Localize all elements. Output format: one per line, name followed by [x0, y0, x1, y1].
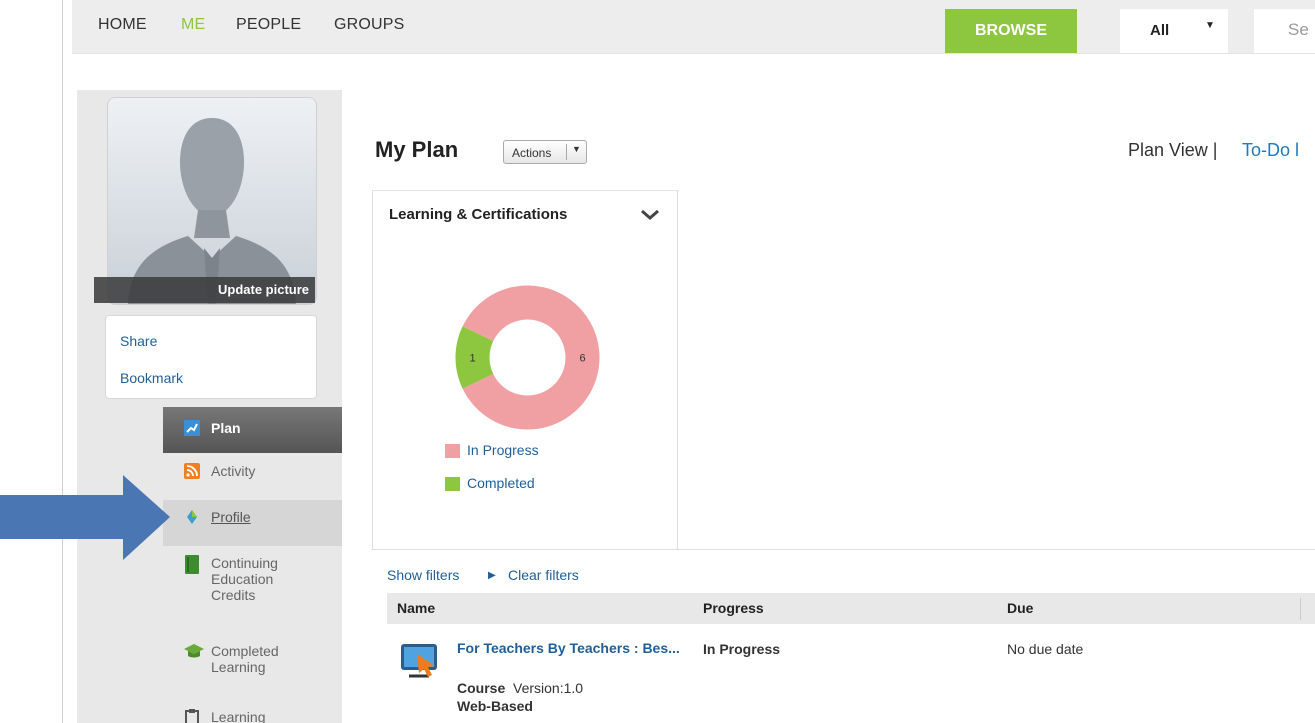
search-scope-select[interactable] — [1120, 9, 1228, 53]
sidebar-item-activity[interactable]: Activity — [163, 455, 342, 499]
sidebar-item-label: Profile — [211, 509, 251, 525]
todo-view-link[interactable]: To-Do l — [1242, 140, 1299, 161]
nav-home[interactable]: HOME — [98, 16, 147, 34]
donut-value-label: 1 — [469, 353, 475, 365]
plan-icon — [184, 420, 200, 436]
widget-divider — [678, 549, 1315, 550]
browse-button[interactable]: BROWSE — [945, 9, 1077, 53]
legend-label-in-progress[interactable]: In Progress — [467, 442, 539, 458]
progress-donut-chart: 16 — [455, 285, 600, 430]
plan-view-link: Plan View | — [1128, 140, 1218, 160]
sidebar-item-label: Completed Learning — [211, 643, 279, 675]
column-header-progress[interactable]: Progress — [703, 600, 764, 616]
share-link[interactable]: Share — [120, 333, 157, 349]
sidebar-item-label: Continuing Education Credits — [211, 555, 278, 603]
actions-label: Actions — [512, 146, 552, 160]
clear-filters-link[interactable]: Clear filters — [508, 567, 579, 583]
sidebar-item-plan[interactable]: Plan — [163, 407, 342, 453]
course-monitor-icon — [401, 644, 437, 678]
button-divider — [566, 144, 567, 160]
sidebar-item-label: Learning — [211, 709, 266, 723]
update-picture-button[interactable]: Update picture — [94, 277, 315, 303]
nav-groups[interactable]: GROUPS — [334, 16, 405, 34]
page-title: My Plan — [375, 137, 459, 162]
course-title-link[interactable]: For Teachers By Teachers : Bes... — [457, 640, 692, 656]
caret-right-icon: ▶ — [488, 570, 496, 581]
legend-swatch-completed — [445, 477, 460, 491]
course-progress: In Progress — [703, 641, 781, 657]
caret-down-icon: ▼ — [1205, 20, 1215, 31]
sidebar-item-completed-learning[interactable]: Completed Learning — [163, 640, 342, 688]
graduation-cap-icon — [184, 644, 204, 658]
legend-label-completed[interactable]: Completed — [467, 475, 535, 491]
actions-dropdown-button[interactable]: Actions ▼ — [503, 140, 587, 164]
column-header-name[interactable]: Name — [397, 600, 435, 616]
rss-icon — [184, 463, 200, 479]
table-header — [387, 593, 1315, 624]
sidebar-item-learning[interactable]: Learning — [163, 705, 342, 723]
page-border — [62, 0, 63, 723]
avatar[interactable] — [107, 97, 317, 305]
show-filters-link[interactable]: Show filters — [387, 567, 459, 583]
nav-divider — [72, 53, 1315, 54]
nav-people[interactable]: PEOPLE — [236, 16, 301, 34]
share-bookmark-panel — [105, 315, 317, 399]
sidebar-item-profile[interactable]: Profile — [163, 500, 342, 546]
sidebar-item-continuing-education[interactable]: Continuing Education Credits — [163, 553, 342, 617]
legend-swatch-in-progress — [445, 444, 460, 458]
profile-icon — [187, 510, 197, 524]
bookmark-link[interactable]: Bookmark — [120, 370, 183, 386]
person-silhouette-icon — [128, 118, 296, 304]
book-icon — [185, 555, 199, 574]
caret-down-icon: ▼ — [572, 144, 581, 154]
course-delivery: Web-Based — [457, 698, 533, 714]
column-divider — [1300, 598, 1301, 620]
search-scope-value: All — [1150, 22, 1170, 39]
course-type: Course Version:1.0 — [457, 680, 584, 696]
clipboard-icon — [185, 709, 199, 723]
sidebar-item-label: Plan — [211, 420, 241, 436]
widget-title: Learning & Certifications — [389, 206, 568, 223]
chevron-down-icon[interactable] — [640, 207, 660, 223]
course-due-date: No due date — [1007, 641, 1084, 657]
column-header-due[interactable]: Due — [1007, 600, 1033, 616]
sidebar-item-label: Activity — [211, 463, 256, 479]
pointer-arrow-icon — [0, 475, 170, 560]
nav-me[interactable]: ME — [181, 16, 205, 34]
search-placeholder: Se — [1288, 20, 1309, 39]
donut-value-label: 6 — [579, 353, 585, 365]
